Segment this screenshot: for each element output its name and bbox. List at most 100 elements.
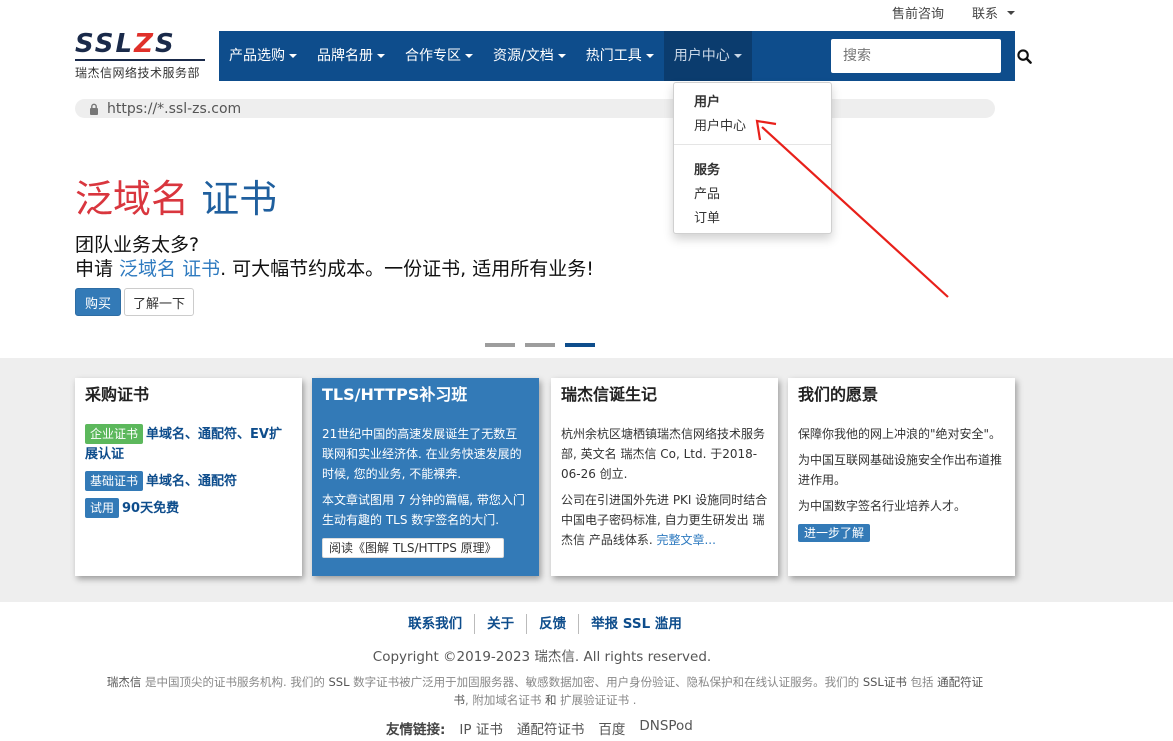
search-input[interactable] [831,39,1017,73]
caret-down-icon [465,54,473,58]
footer-link-about[interactable]: 关于 [475,614,528,634]
nav-item-resources[interactable]: 资源/文档 [483,31,576,81]
search-box [831,39,1032,73]
about-text-keyword: SSL [328,675,350,689]
card-title: 我们的愿景 [798,385,879,404]
friend-link[interactable]: DNSPod [639,718,693,738]
nav-item-user-center[interactable]: 用户中心 [663,31,752,81]
card-paragraph: 为中国互联网基础设施安全作出布道推进作用。 [798,453,1003,487]
friend-link[interactable]: 百度 [598,718,625,738]
footer-link-report[interactable]: 举报 SSL 滥用 [579,614,694,634]
carousel-indicators [485,343,595,347]
about-text-part: . [629,693,637,707]
url-bar: https://*.ssl-zs.com [75,99,995,118]
card-title: TLS/HTTPS补习班 [322,385,468,404]
about-text-part: 是中国顶尖的证书服务机构. 我们的 [141,675,329,689]
contact-dropdown-label: 联系 [971,7,998,22]
hero-desc-link[interactable]: 泛域名 证书 [119,258,220,280]
presale-link[interactable]: 售前咨询 [892,3,944,22]
dropdown-item-user-center[interactable]: 用户中心 [694,115,746,134]
nav-item-label: 产品选购 [229,48,285,64]
logo-mark-part: S [154,29,176,59]
hero-subtitle: 团队业务太多? [75,234,200,256]
logo-rule [75,59,205,61]
hero-title-blue: 证书 [201,177,278,221]
user-center-dropdown: 用户 用户中心 服务 产品 订单 [673,82,832,234]
learn-more-vision-button[interactable]: 进一步了解 [798,524,871,542]
caret-down-icon [1007,10,1015,15]
footer-links: 联系我们 关于 反馈 举报 SSL 滥用 [0,614,1090,634]
site-logo[interactable]: SSLZS 瑞杰信网络技术服务部 [75,30,205,81]
about-text-part: 扩展验证证书 [556,693,630,707]
contact-dropdown[interactable]: 联系 [972,3,1015,22]
carousel-indicator[interactable] [485,343,515,347]
caret-down-icon [377,54,385,58]
caret-down-icon [289,54,297,58]
dropdown-header-service: 服务 [694,163,721,178]
logo-subtitle: 瑞杰信网络技术服务部 [75,66,201,80]
nav-item-label: 资源/文档 [493,48,554,64]
carousel-indicator[interactable] [525,343,555,347]
dropdown-item-orders[interactable]: 订单 [694,207,720,226]
card-row[interactable]: 基础证书 单域名、通配符 [85,471,292,492]
footer-link-feedback[interactable]: 反馈 [527,614,580,634]
card-title: 瑞杰信诞生记 [561,385,658,404]
search-button[interactable] [1017,39,1032,73]
search-icon [1017,48,1032,64]
tag-basic: 基础证书 [85,471,144,491]
card-row[interactable]: 试用 90天免费 [85,498,292,519]
card-paragraph: 保障你我他的网上冲浪的"绝对安全"。 [798,427,1002,441]
nav-item-label: 品牌名册 [317,48,373,64]
card-row[interactable]: 企业证书 单域名、通配符、EV扩展认证 [85,424,292,465]
nav-item-brands[interactable]: 品牌名册 [307,31,395,81]
caret-down-icon [733,54,742,58]
caret-down-icon [645,54,654,58]
hero-description: 申请 泛域名 证书. 可大幅节约成本。一份证书, 适用所有业务! [75,254,594,281]
dropdown-header-user: 用户 [694,95,721,110]
card-vision: 我们的愿景 保障你我他的网上冲浪的"绝对安全"。 为中国互联网基础设施安全作出布… [788,378,1015,576]
tag-trial: 试用 [85,498,120,518]
url-text: https://*.ssl-zs.com [107,100,242,117]
card-paragraph: 21世纪中国的高速发展诞生了无数互联网和实业经济体. 在业务快速发展的时候, 您… [322,427,522,481]
logo-mark-part: Z [134,29,155,59]
about-text-keyword: SSL证书 [862,675,907,689]
buy-button[interactable]: 购买 [75,288,121,316]
about-text-part: , 附加域名证书 [465,693,545,707]
card-paragraph: 杭州余杭区塘栖镇瑞杰信网络技术服务部, 英文名 瑞杰信 Co, Ltd. 于20… [561,427,766,481]
card-paragraph: 公司在引进国外先进 PKI 设施同时结合中国电子密码标准, 自力更生研发出 瑞杰… [561,490,768,550]
nav-item-tools[interactable]: 热门工具 [576,31,664,81]
hero-title: 泛域名 证书 [75,176,277,222]
hero-desc-suffix: . 可大幅节约成本。一份证书, 适用所有业务! [220,258,594,280]
full-article-link[interactable]: 完整文章... [656,533,715,547]
learn-more-button[interactable]: 了解一下 [124,288,194,316]
lock-icon [90,103,98,115]
dropdown-item-products[interactable]: 产品 [694,183,720,202]
card-company-story: 瑞杰信诞生记 杭州余杭区塘栖镇瑞杰信网络技术服务部, 英文名 瑞杰信 Co, L… [551,378,778,576]
about-text-keyword: 和 [545,693,557,707]
nav-item-products[interactable]: 产品选购 [219,31,307,81]
footer-link-contact[interactable]: 联系我们 [396,614,476,634]
nav-item-label: 用户中心 [673,48,730,64]
friend-link[interactable]: IP 证书 [459,718,502,738]
dropdown-divider [674,144,831,145]
nav-item-label: 热门工具 [585,48,642,64]
card-paragraph: 本文章试图用 7 分钟的篇幅, 带您入门生动有趣的 TLS 数字签名的大门. [322,493,525,527]
card-tls-course: TLS/HTTPS补习班 21世纪中国的高速发展诞生了无数互联网和实业经济体. … [312,378,539,576]
logo-mark-part: SSL [75,29,135,59]
hero-desc-prefix: 申请 [75,258,120,280]
about-text: 瑞杰信 是中国顶尖的证书服务机构. 我们的 SSL 数字证书被广泛用于加固服务器… [100,673,990,709]
copyright-text: Copyright ©2019-2023 瑞杰信. All rights res… [372,649,712,665]
about-text-part: 包括 [906,675,938,689]
card-purchase: 采购证书 企业证书 单域名、通配符、EV扩展认证 基础证书 单域名、通配符 试用 90… [75,378,302,576]
read-article-button[interactable]: 阅读《图解 TLS/HTTPS 原理》 [322,538,504,558]
nav-item-partners[interactable]: 合作专区 [395,31,483,81]
card-paragraph: 为中国数字签名行业培养人才。 [798,499,967,513]
nav-item-label: 合作专区 [405,48,461,64]
about-text-brand: 瑞杰信 [106,675,142,689]
presale-link-label: 售前咨询 [891,7,944,22]
about-text-part: 数字证书被广泛用于加固服务器、敏感数据加密、用户身份验证、隐私保护和在线认证服务… [349,675,863,689]
carousel-indicator-active[interactable] [565,343,595,347]
card-title: 采购证书 [85,385,150,404]
friend-link[interactable]: 通配符证书 [517,718,585,738]
caret-down-icon [557,54,566,58]
